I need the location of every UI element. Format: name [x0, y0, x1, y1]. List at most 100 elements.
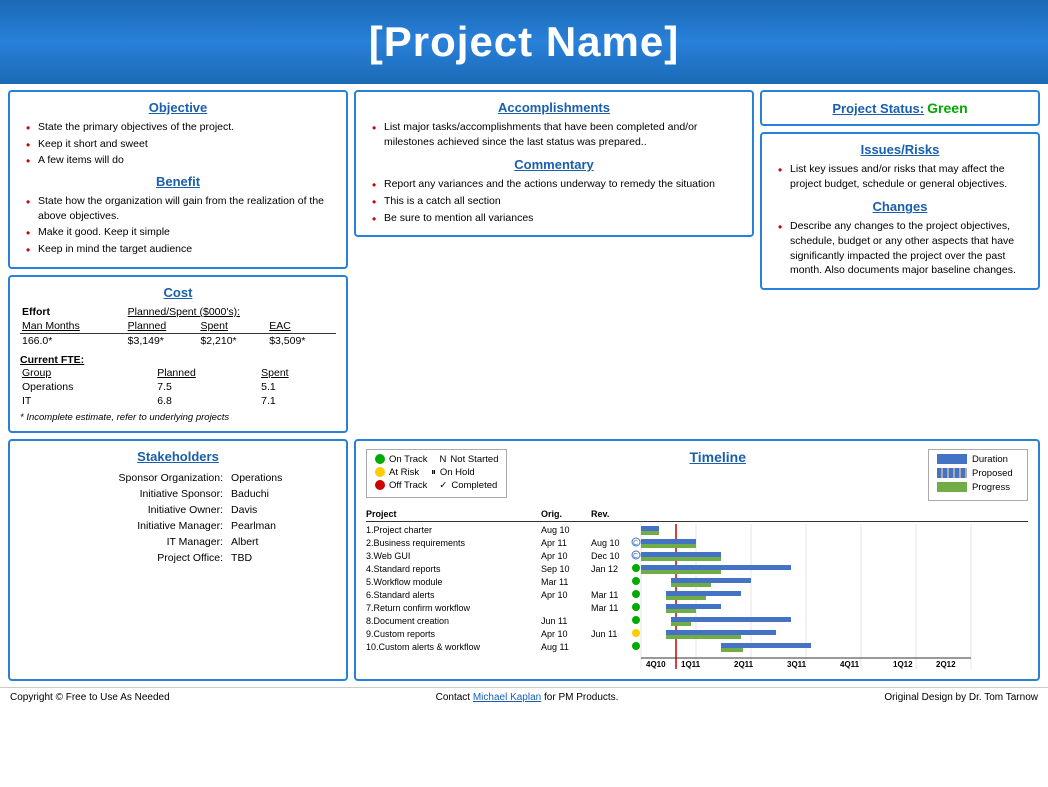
fte-row1-planned: 7.5 [155, 380, 259, 394]
svg-text:8.Document creation: 8.Document creation [366, 616, 449, 626]
middle-column: Accomplishments List major tasks/accompl… [354, 90, 754, 433]
gantt-svg: 1.Project charter Aug 10 2.Business requ… [366, 524, 1028, 669]
project-status-card: Project Status: Green [760, 90, 1040, 126]
list-item: A few items will do [26, 153, 336, 168]
svg-text:Aug 10: Aug 10 [591, 538, 620, 548]
accomplishments-list: List major tasks/accomplishments that ha… [366, 120, 742, 149]
changes-title: Changes [772, 199, 1028, 214]
fte-row2-spent: 7.1 [259, 394, 336, 408]
col-eac: EAC [267, 319, 336, 334]
timeline-title: Timeline [517, 449, 918, 465]
completed-icon: ✓ [439, 480, 447, 491]
svg-text:Apr 10: Apr 10 [541, 551, 568, 561]
val-planned: $3,149* [126, 333, 199, 348]
legend-on-track: On Track N Not Started [375, 454, 498, 465]
duration-bar [937, 454, 967, 464]
copyright: Copyright © Free to Use As Needed [10, 692, 170, 703]
fte-table: Group Planned Spent Operations 7.5 5.1 I… [20, 366, 336, 408]
list-item: This is a catch all section [372, 194, 742, 209]
col-chart [641, 509, 1028, 519]
right-column: Project Status: Green Issues/Risks List … [760, 90, 1040, 433]
svg-text:Aug 11: Aug 11 [541, 642, 569, 652]
list-item: Report any variances and the actions und… [372, 177, 742, 192]
stakeholders-table: Sponsor Organization:Operations Initiati… [20, 469, 336, 567]
commentary-list: Report any variances and the actions und… [366, 177, 742, 225]
svg-text:2.Business requirements: 2.Business requirements [366, 538, 466, 548]
list-item: State the primary objectives of the proj… [26, 120, 336, 135]
proposed-bar [937, 468, 967, 478]
benefit-list: State how the organization will gain fro… [20, 194, 336, 257]
col-planned: Planned [126, 319, 199, 334]
s-label: Sponsor Organization: [22, 471, 226, 485]
list-item: Be sure to mention all variances [372, 211, 742, 226]
stakeholders-title: Stakeholders [20, 449, 336, 464]
left-column: Objective State the primary objectives o… [8, 90, 348, 433]
contact-section: Contact Michael Kaplan for PM Products. [436, 692, 619, 703]
page-footer: Copyright © Free to Use As Needed Contac… [0, 687, 1048, 707]
col-orig: Orig. [541, 509, 591, 519]
contact-link[interactable]: Michael Kaplan [473, 692, 541, 703]
cost-table: Effort Planned/Spent ($000's): Man Month… [20, 305, 336, 348]
list-item: Describe any changes to the project obje… [778, 219, 1028, 278]
off-track-dot [375, 480, 385, 490]
list-item: Keep in mind the target audience [26, 242, 336, 257]
status-title: Project Status: [832, 101, 924, 116]
s-label: Project Office: [22, 551, 226, 565]
commentary-title: Commentary [366, 157, 742, 172]
s-label: IT Manager: [22, 535, 226, 549]
svg-text:10.Custom alerts & workflow: 10.Custom alerts & workflow [366, 642, 481, 652]
main-grid: Objective State the primary objectives o… [0, 84, 1048, 439]
progress-label: Progress [972, 482, 1010, 493]
svg-text:Mar 11: Mar 11 [591, 603, 618, 613]
cost-title: Cost [20, 285, 336, 300]
svg-text:Jun 11: Jun 11 [591, 629, 617, 639]
svg-text:1Q11: 1Q11 [681, 660, 701, 669]
on-track-label: On Track [389, 454, 428, 465]
s-val: Albert [228, 535, 334, 549]
s-val: Baduchi [228, 487, 334, 501]
svg-text:7.Return confirm workflow: 7.Return confirm workflow [366, 603, 471, 613]
proposed-legend: Proposed [937, 468, 1019, 479]
legend-right: Duration Proposed Progress [928, 449, 1028, 501]
svg-text:1.Project charter: 1.Project charter [366, 525, 432, 535]
planned-spent-label: Planned/Spent ($000's): [128, 306, 240, 318]
svg-text:Apr 11: Apr 11 [541, 538, 567, 548]
svg-text:C: C [633, 553, 638, 560]
svg-text:Jan 12: Jan 12 [591, 564, 618, 574]
svg-text:5.Workflow module: 5.Workflow module [366, 577, 442, 587]
at-risk-label: At Risk [389, 467, 419, 478]
col-project: Project [366, 509, 541, 519]
gantt-col-headers: Project Orig. Rev. [366, 509, 1028, 522]
stakeholders-card: Stakeholders Sponsor Organization:Operat… [8, 439, 348, 681]
objective-benefit-card: Objective State the primary objectives o… [8, 90, 348, 269]
svg-text:1Q12: 1Q12 [893, 660, 913, 669]
legend-at-risk: At Risk ⏸ On Hold [375, 467, 498, 478]
issues-changes-card: Issues/Risks List key issues and/or risk… [760, 132, 1040, 290]
benefit-title: Benefit [20, 174, 336, 189]
svg-text:9.Custom reports: 9.Custom reports [366, 629, 436, 639]
duration-legend: Duration [937, 454, 1019, 465]
svg-text:3.Web GUI: 3.Web GUI [366, 551, 410, 561]
fte-row1-spent: 5.1 [259, 380, 336, 394]
list-item: Make it good. Keep it simple [26, 225, 336, 240]
changes-list: Describe any changes to the project obje… [772, 219, 1028, 278]
col-spent: Spent [198, 319, 267, 334]
design-credit: Original Design by Dr. Tom Tarnow [884, 692, 1038, 703]
issues-list: List key issues and/or risks that may af… [772, 162, 1028, 191]
svg-text:2Q12: 2Q12 [936, 660, 956, 669]
bottom-grid: Stakeholders Sponsor Organization:Operat… [0, 439, 1048, 687]
svg-text:Aug 10: Aug 10 [541, 525, 570, 535]
svg-text:Dec 10: Dec 10 [591, 551, 620, 561]
svg-text:4Q11: 4Q11 [840, 660, 860, 669]
s-label: Initiative Manager: [22, 519, 226, 533]
fte-label: Current FTE: [20, 354, 336, 366]
fte-row2-planned: 6.8 [155, 394, 259, 408]
page-header: [Project Name] [0, 0, 1048, 84]
list-item: State how the organization will gain fro… [26, 194, 336, 223]
not-started-label: Not Started [450, 454, 498, 465]
gantt-chart: Project Orig. Rev. 1.Project charter [366, 509, 1028, 671]
progress-bar [937, 482, 967, 492]
proposed-label: Proposed [972, 468, 1013, 479]
svg-text:6.Standard alerts: 6.Standard alerts [366, 590, 435, 600]
svg-text:3Q11: 3Q11 [787, 660, 807, 669]
